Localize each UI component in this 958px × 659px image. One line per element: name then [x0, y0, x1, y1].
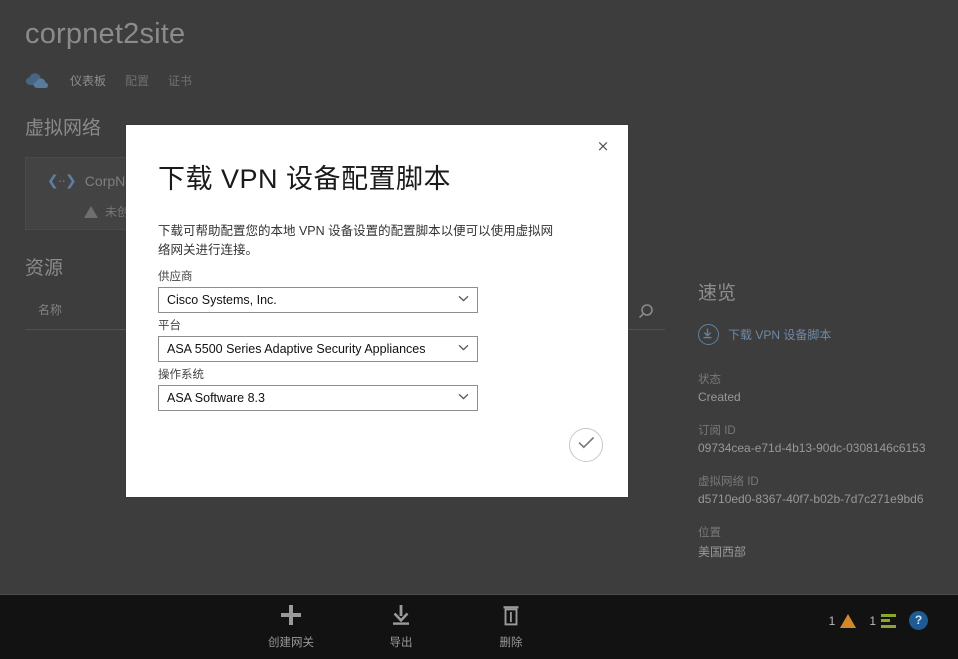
glance-value-status: Created [698, 390, 948, 404]
confirm-button[interactable] [569, 428, 603, 462]
resources-heading: 资源 [25, 253, 63, 280]
glance-field-location: 位置 美国西部 [698, 524, 948, 560]
vendor-select-value: Cisco Systems, Inc. [159, 293, 277, 307]
quick-glance-panel: 速览 下载 VPN 设备脚本 状态 Created 订阅 ID 09734cea… [698, 278, 948, 578]
glance-label-vnet-id: 虚拟网络 ID [698, 473, 948, 489]
operating-system-select-value: ASA Software 8.3 [159, 391, 265, 405]
virtual-network-heading: 虚拟网络 [25, 113, 101, 140]
warning-icon [840, 614, 856, 628]
list-icon [881, 614, 896, 628]
platform-field: 平台 ASA 5500 Series Adaptive Security App… [158, 317, 478, 362]
create-gateway-label: 创建网关 [268, 634, 314, 650]
operating-system-select[interactable]: ASA Software 8.3 [158, 385, 478, 411]
virtual-network-card-row: ❮··❯ CorpNe [47, 172, 133, 189]
chevron-down-icon [458, 344, 469, 354]
tab-certificates[interactable]: 证书 [168, 72, 192, 91]
glance-field-subscription-id: 订阅 ID 09734cea-e71d-4b13-90dc-0308146c61… [698, 422, 948, 455]
tab-dashboard[interactable]: 仪表板 [70, 72, 106, 91]
trash-icon [499, 602, 523, 628]
download-icon [698, 324, 719, 345]
command-bar: 创建网关 导出 [0, 594, 958, 659]
command-buttons: 创建网关 导出 [258, 602, 544, 650]
glance-value-subscription-id: 09734cea-e71d-4b13-90dc-0308146c6153 [698, 441, 948, 455]
dialog-title: 下载 VPN 设备配置脚本 [158, 157, 451, 196]
tab-configure[interactable]: 配置 [125, 72, 149, 91]
vendor-label: 供应商 [158, 268, 478, 284]
dialog-description: 下载可帮助配置您的本地 VPN 设备设置的配置脚本以便可以使用虚拟网络网关进行连… [158, 222, 564, 261]
column-header-name: 名称 [38, 301, 62, 318]
glance-label-subscription-id: 订阅 ID [698, 422, 948, 438]
help-icon[interactable]: ? [909, 611, 928, 630]
vendor-select[interactable]: Cisco Systems, Inc. [158, 287, 478, 313]
platform-label: 平台 [158, 317, 478, 333]
warning-status[interactable]: 1 [829, 614, 857, 628]
warning-icon [84, 206, 98, 218]
chevron-down-icon [458, 393, 469, 403]
glance-field-vnet-id: 虚拟网络 ID d5710ed0-8367-40f7-b02b-7d7c271e… [698, 473, 948, 506]
warning-count: 1 [829, 614, 836, 628]
platform-select-value: ASA 5500 Series Adaptive Security Applia… [159, 342, 426, 356]
quick-glance-title: 速览 [698, 278, 948, 305]
platform-select[interactable]: ASA 5500 Series Adaptive Security Applia… [158, 336, 478, 362]
export-label: 导出 [390, 634, 413, 650]
download-vpn-script-dialog: × 下载 VPN 设备配置脚本 下载可帮助配置您的本地 VPN 设备设置的配置脚… [126, 125, 628, 497]
close-icon[interactable]: × [591, 134, 615, 158]
glance-field-status: 状态 Created [698, 371, 948, 404]
delete-button[interactable]: 删除 [478, 602, 544, 650]
tab-bar: 仪表板 配置 证书 [25, 70, 192, 92]
glance-value-location: 美国西部 [698, 543, 948, 560]
operating-system-label: 操作系统 [158, 366, 478, 382]
operating-system-field: 操作系统 ASA Software 8.3 [158, 366, 478, 411]
create-gateway-button[interactable]: 创建网关 [258, 602, 324, 650]
download-vpn-script-link[interactable]: 下载 VPN 设备脚本 [698, 324, 948, 345]
vendor-field: 供应商 Cisco Systems, Inc. [158, 268, 478, 313]
status-indicators: 1 1 ? [829, 611, 928, 630]
glance-value-vnet-id: d5710ed0-8367-40f7-b02b-7d7c271e9bd6 [698, 492, 948, 506]
cloud-icon [25, 72, 51, 90]
glance-label-status: 状态 [698, 371, 948, 387]
glance-label-location: 位置 [698, 524, 948, 540]
virtual-network-warning: 未创 [84, 203, 129, 220]
operations-status[interactable]: 1 [869, 614, 896, 628]
export-button[interactable]: 导出 [368, 602, 434, 650]
checkmark-icon [577, 435, 596, 455]
chevron-down-icon [458, 295, 469, 305]
app-window: corpnet2site 仪表板 配置 证书 虚拟网络 ❮··❯ CorpNe … [0, 0, 958, 658]
page-title: corpnet2site [25, 18, 185, 51]
operations-count: 1 [869, 614, 876, 628]
delete-label: 删除 [500, 634, 523, 650]
search-icon[interactable] [635, 300, 661, 324]
download-icon [389, 602, 413, 628]
download-vpn-script-label: 下载 VPN 设备脚本 [728, 326, 831, 343]
plus-icon [279, 602, 303, 628]
network-node-icon: ❮··❯ [47, 172, 76, 189]
